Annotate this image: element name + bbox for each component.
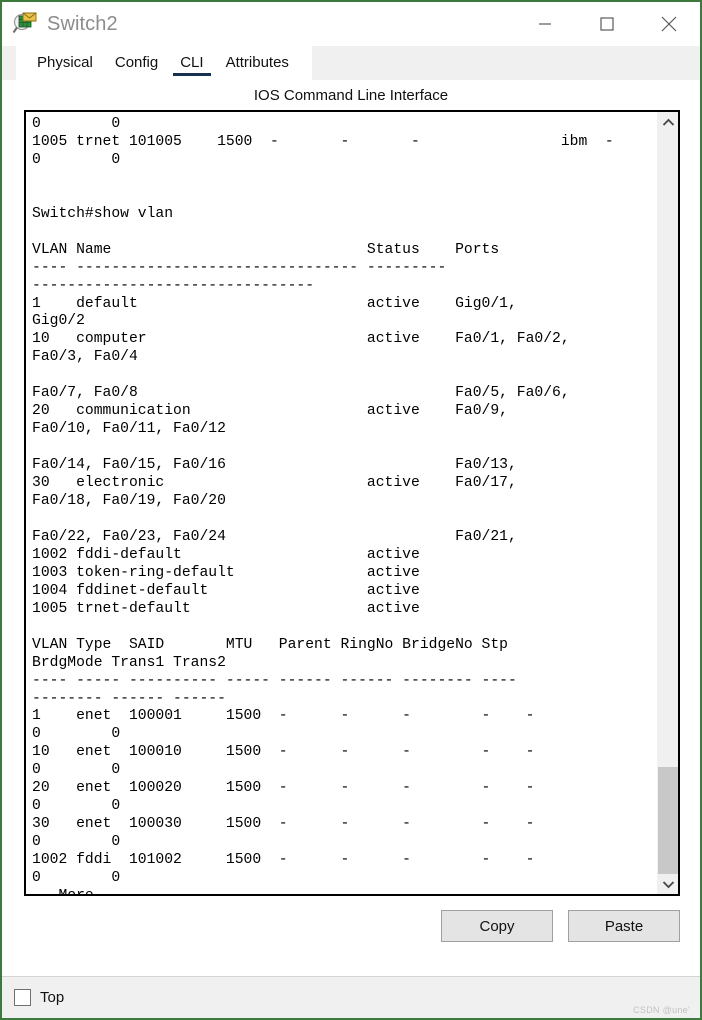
minimize-button[interactable] bbox=[514, 2, 576, 46]
window-controls bbox=[514, 2, 700, 46]
window-title: Switch2 bbox=[47, 12, 118, 35]
switch-magnifier-icon bbox=[12, 11, 38, 37]
terminal-scrollbar[interactable] bbox=[657, 112, 678, 894]
scrollbar-thumb[interactable] bbox=[658, 767, 678, 875]
copy-button[interactable]: Copy bbox=[441, 910, 553, 942]
device-window: Switch2 Physical Config CLI Attributes I… bbox=[0, 0, 702, 1020]
status-bar: Top CSDN @une' bbox=[2, 976, 700, 1018]
tab-attributes[interactable]: Attributes bbox=[215, 46, 300, 80]
maximize-button[interactable] bbox=[576, 2, 638, 46]
tab-cli[interactable]: CLI bbox=[169, 46, 214, 80]
scroll-down-icon[interactable] bbox=[658, 874, 678, 894]
terminal-actions: Copy Paste bbox=[2, 896, 700, 942]
tab-physical[interactable]: Physical bbox=[26, 46, 104, 80]
top-checkbox[interactable] bbox=[14, 989, 31, 1006]
tab-config[interactable]: Config bbox=[104, 46, 169, 80]
paste-button[interactable]: Paste bbox=[568, 910, 680, 942]
watermark: CSDN @une' bbox=[633, 1005, 690, 1015]
title-bar: Switch2 bbox=[2, 2, 700, 46]
scroll-up-icon[interactable] bbox=[658, 112, 678, 132]
cli-heading: IOS Command Line Interface bbox=[253, 87, 449, 104]
close-button[interactable] bbox=[638, 2, 700, 46]
terminal-output[interactable]: 0 0 1005 trnet 101005 1500 - - - ibm - 0… bbox=[26, 112, 657, 894]
tab-bar: Physical Config CLI Attributes bbox=[2, 46, 700, 80]
terminal-area: 0 0 1005 trnet 101005 1500 - - - ibm - 0… bbox=[24, 110, 680, 896]
cli-pane: IOS Command Line Interface 0 0 1005 trne… bbox=[2, 80, 700, 976]
top-label: Top bbox=[40, 989, 65, 1006]
